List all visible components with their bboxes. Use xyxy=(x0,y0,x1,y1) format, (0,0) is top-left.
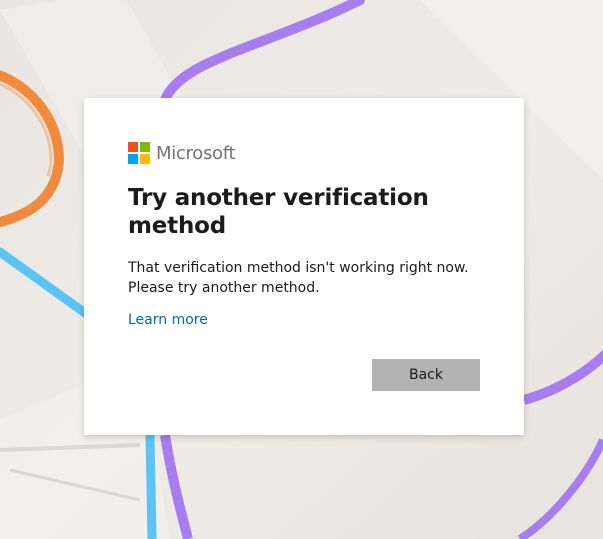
microsoft-logo-icon xyxy=(128,142,150,164)
microsoft-brand: Microsoft xyxy=(128,142,236,164)
description: That verification method isn't working r… xyxy=(128,258,498,298)
description-line-2: Please try another method. xyxy=(128,280,320,296)
brand-name: Microsoft xyxy=(156,142,236,164)
learn-more-link[interactable]: Learn more xyxy=(128,310,208,330)
verification-dialog: Microsoft Try another verification metho… xyxy=(84,98,524,435)
description-line-1: That verification method isn't working r… xyxy=(128,260,469,276)
back-button[interactable]: Back xyxy=(372,359,480,391)
page-title: Try another verification method xyxy=(128,185,429,239)
